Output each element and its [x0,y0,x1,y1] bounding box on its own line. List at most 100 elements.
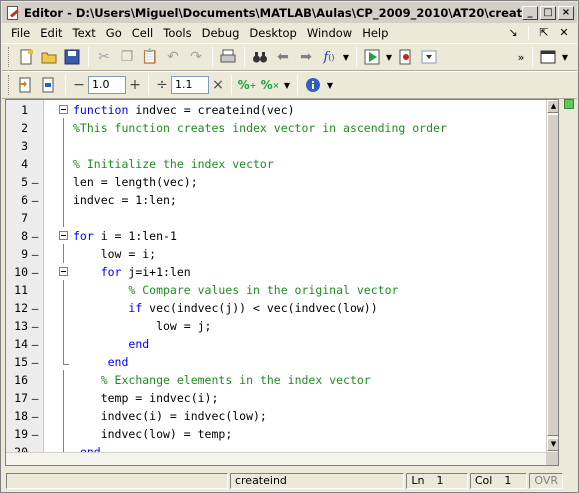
dropdown-arrow-icon[interactable]: ▼ [325,74,335,96]
code-text[interactable]: % Exchange elements in the index vector [73,373,371,387]
code-line[interactable]: 2 %This function creates index vector in … [6,118,558,137]
code-editor[interactable]: 1 function indvec = createind(vec) 2 %This … [5,99,559,466]
multiply-value-field[interactable]: 1.1 [171,76,209,94]
code-line[interactable]: 6– indvec = 1:len; [6,190,558,209]
code-line[interactable]: 4 % Initialize the index vector [6,154,558,173]
code-text[interactable]: for i = 1:len-1 [73,229,177,243]
decrement-icon[interactable]: − [70,77,88,93]
dropdown-arrow-icon[interactable]: ▼ [384,46,394,68]
menu-text[interactable]: Text [68,26,101,40]
code-line[interactable]: 11 % Compare values in the original vect… [6,280,558,299]
code-line[interactable]: 7 [6,208,558,227]
scroll-up-icon[interactable]: ▲ [547,100,558,113]
run-icon[interactable] [361,46,383,68]
code-line[interactable]: 12– if vec(indvec(j)) < vec(indvec(low)) [6,298,558,317]
executable-line-marker[interactable]: – [28,176,42,189]
code-text[interactable]: indvec(low) = temp; [73,427,233,441]
go-back-icon[interactable]: ⬅ [272,46,294,68]
code-text[interactable]: low = j; [73,319,211,333]
menu-window[interactable]: Window [302,26,357,40]
code-line[interactable]: 3 [6,136,558,155]
code-lines[interactable]: 1 function indvec = createind(vec) 2 %This … [6,101,558,461]
increment-icon[interactable]: + [126,77,144,93]
vertical-scrollbar[interactable]: ▲ ▼ [546,100,558,452]
executable-line-marker[interactable]: – [28,428,42,441]
overflow-chevron-icon[interactable]: » [515,46,527,68]
insert-cell-icon[interactable] [15,74,37,96]
executable-line-marker[interactable]: – [28,356,42,369]
code-text[interactable]: indvec(i) = indvec(low); [73,409,267,423]
dropdown-arrow-icon[interactable]: ▼ [341,46,351,68]
scroll-down-icon[interactable]: ▼ [547,438,558,451]
code-text[interactable]: end [73,337,149,351]
paste-icon[interactable]: 📋 [139,46,161,68]
close-button[interactable]: × [558,5,574,20]
code-text[interactable]: % Compare values in the original vector [73,283,398,297]
horizontal-scrollbar[interactable] [6,452,546,465]
code-line[interactable]: 19– indvec(low) = temp; [6,424,558,443]
find-binoculars-icon[interactable] [249,46,271,68]
copy-icon[interactable]: ❐ [116,46,138,68]
executable-line-marker[interactable]: – [28,248,42,261]
close-icon[interactable]: ✕ [557,26,571,40]
code-text[interactable]: if vec(indvec(j)) < vec(indvec(low)) [73,301,377,315]
dropdown-arrow-icon[interactable]: ▼ [560,46,570,68]
code-line[interactable]: 13– low = j; [6,316,558,335]
executable-line-marker[interactable]: – [28,194,42,207]
decrement-value-field[interactable]: 1.0 [88,76,126,94]
code-line[interactable]: 8– for i = 1:len-1 [6,227,558,245]
toolbar-grip[interactable] [8,75,11,95]
menu-edit[interactable]: Edit [35,26,67,40]
executable-line-marker[interactable]: – [28,338,42,351]
dropdown-arrow-icon[interactable]: ▼ [282,74,292,96]
code-line[interactable]: 5– len = length(vec); [6,172,558,191]
uncomment-percent-icon[interactable]: % × [259,74,281,96]
code-text[interactable]: len = length(vec); [73,175,198,189]
print-icon[interactable] [217,46,239,68]
code-analyzer-status-icon[interactable] [564,99,574,109]
executable-line-marker[interactable]: – [28,230,42,243]
new-file-icon[interactable] [15,46,37,68]
comment-percent-icon[interactable]: % + [236,74,258,96]
divide-icon[interactable]: ÷ [153,77,171,93]
code-text[interactable]: temp = indvec(i); [73,391,219,405]
toolbar-grip[interactable] [8,47,11,67]
layout-window-icon[interactable] [537,46,559,68]
function-icon[interactable]: f() [318,46,340,68]
code-text[interactable]: for j=i+1:len [73,265,191,279]
pin-icon[interactable]: ⇱ [537,26,551,40]
code-line[interactable]: 1 function indvec = createind(vec) [6,101,558,119]
menu-file[interactable]: File [6,26,35,40]
redo-icon[interactable]: ↷ [185,46,207,68]
evaluate-cell-icon[interactable] [38,74,60,96]
undo-icon[interactable]: ↶ [162,46,184,68]
menu-desktop[interactable]: Desktop [244,26,301,40]
executable-line-marker[interactable]: – [28,302,42,315]
code-text[interactable]: indvec = 1:len; [73,193,177,207]
undock-arrow-icon[interactable]: ↘ [506,26,520,40]
executable-line-marker[interactable]: – [28,266,42,279]
cut-icon[interactable]: ✂ [93,46,115,68]
fold-collapse-icon[interactable] [58,266,69,277]
open-folder-icon[interactable] [38,46,60,68]
executable-line-marker[interactable]: – [28,392,42,405]
code-line[interactable]: 15– end [6,352,558,371]
code-text[interactable]: %This function creates index vector in a… [73,121,447,135]
code-line[interactable]: 18– indvec(i) = indvec(low); [6,406,558,425]
stack-combo-icon[interactable] [418,46,440,68]
vertical-scroll-thumb[interactable] [547,114,558,436]
menu-go[interactable]: Go [101,26,127,40]
menu-tools[interactable]: Tools [158,26,196,40]
code-line[interactable]: 10– for j=i+1:len [6,263,558,281]
code-line[interactable]: 16 % Exchange elements in the index vect… [6,370,558,389]
multiply-icon[interactable]: × [209,77,227,93]
menu-debug[interactable]: Debug [197,26,245,40]
code-line[interactable]: 14– end [6,334,558,353]
info-icon[interactable] [302,74,324,96]
code-line[interactable]: 9– low = i; [6,244,558,263]
code-text[interactable]: function indvec = createind(vec) [73,103,295,117]
code-text[interactable]: end [73,355,129,369]
menu-cell[interactable]: Cell [127,26,159,40]
breakpoint-icon[interactable] [395,46,417,68]
title-bar[interactable]: Editor - D:\Users\Miguel\Documents\MATLA… [2,2,577,23]
